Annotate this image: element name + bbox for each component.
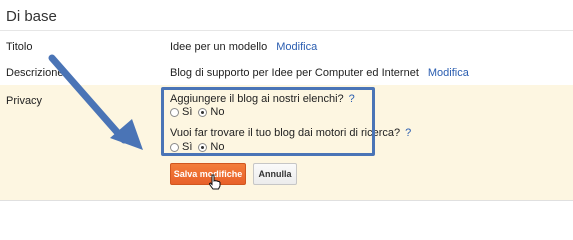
arrow-icon <box>48 54 143 150</box>
hand-cursor-icon <box>208 174 221 190</box>
blog-settings-page: Di base Titolo Idee per un modello Modifi… <box>0 0 573 210</box>
